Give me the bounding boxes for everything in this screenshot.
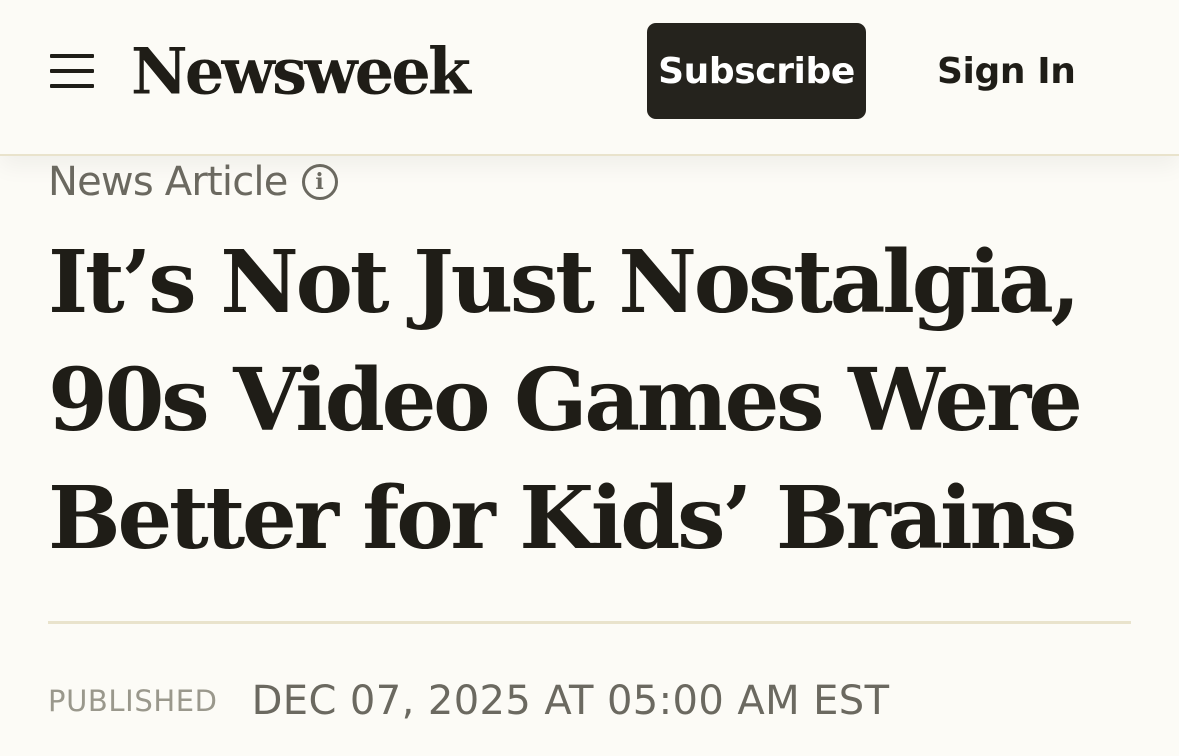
- newsweek-logo[interactable]: Newsweek: [131, 31, 471, 113]
- published-label: PUBLISHED: [48, 684, 218, 718]
- sign-in-link[interactable]: Sign In: [937, 45, 1076, 99]
- info-icon[interactable]: i: [301, 164, 338, 200]
- subscribe-button-label: Subscribe: [658, 50, 855, 92]
- article-type-label: News Article i: [48, 156, 338, 208]
- article-headline: It’s Not Just Nostalgia, 90s Video Games…: [48, 232, 1083, 569]
- article-type-text: News Article: [48, 159, 288, 205]
- site-header: Newsweek Subscribe Sign In: [0, 0, 1179, 156]
- menu-bar: [50, 84, 94, 88]
- hamburger-menu-icon[interactable]: [46, 50, 98, 94]
- headline-divider: [48, 621, 1131, 624]
- menu-bar: [50, 69, 94, 73]
- published-info: PUBLISHED DEC 07, 2025 AT 05:00 AM EST: [48, 672, 889, 730]
- subscribe-button[interactable]: Subscribe: [647, 23, 866, 119]
- page: Newsweek Subscribe Sign In News Article …: [0, 0, 1179, 756]
- menu-bar: [50, 54, 94, 58]
- published-date: DEC 07, 2025 AT 05:00 AM EST: [251, 678, 890, 724]
